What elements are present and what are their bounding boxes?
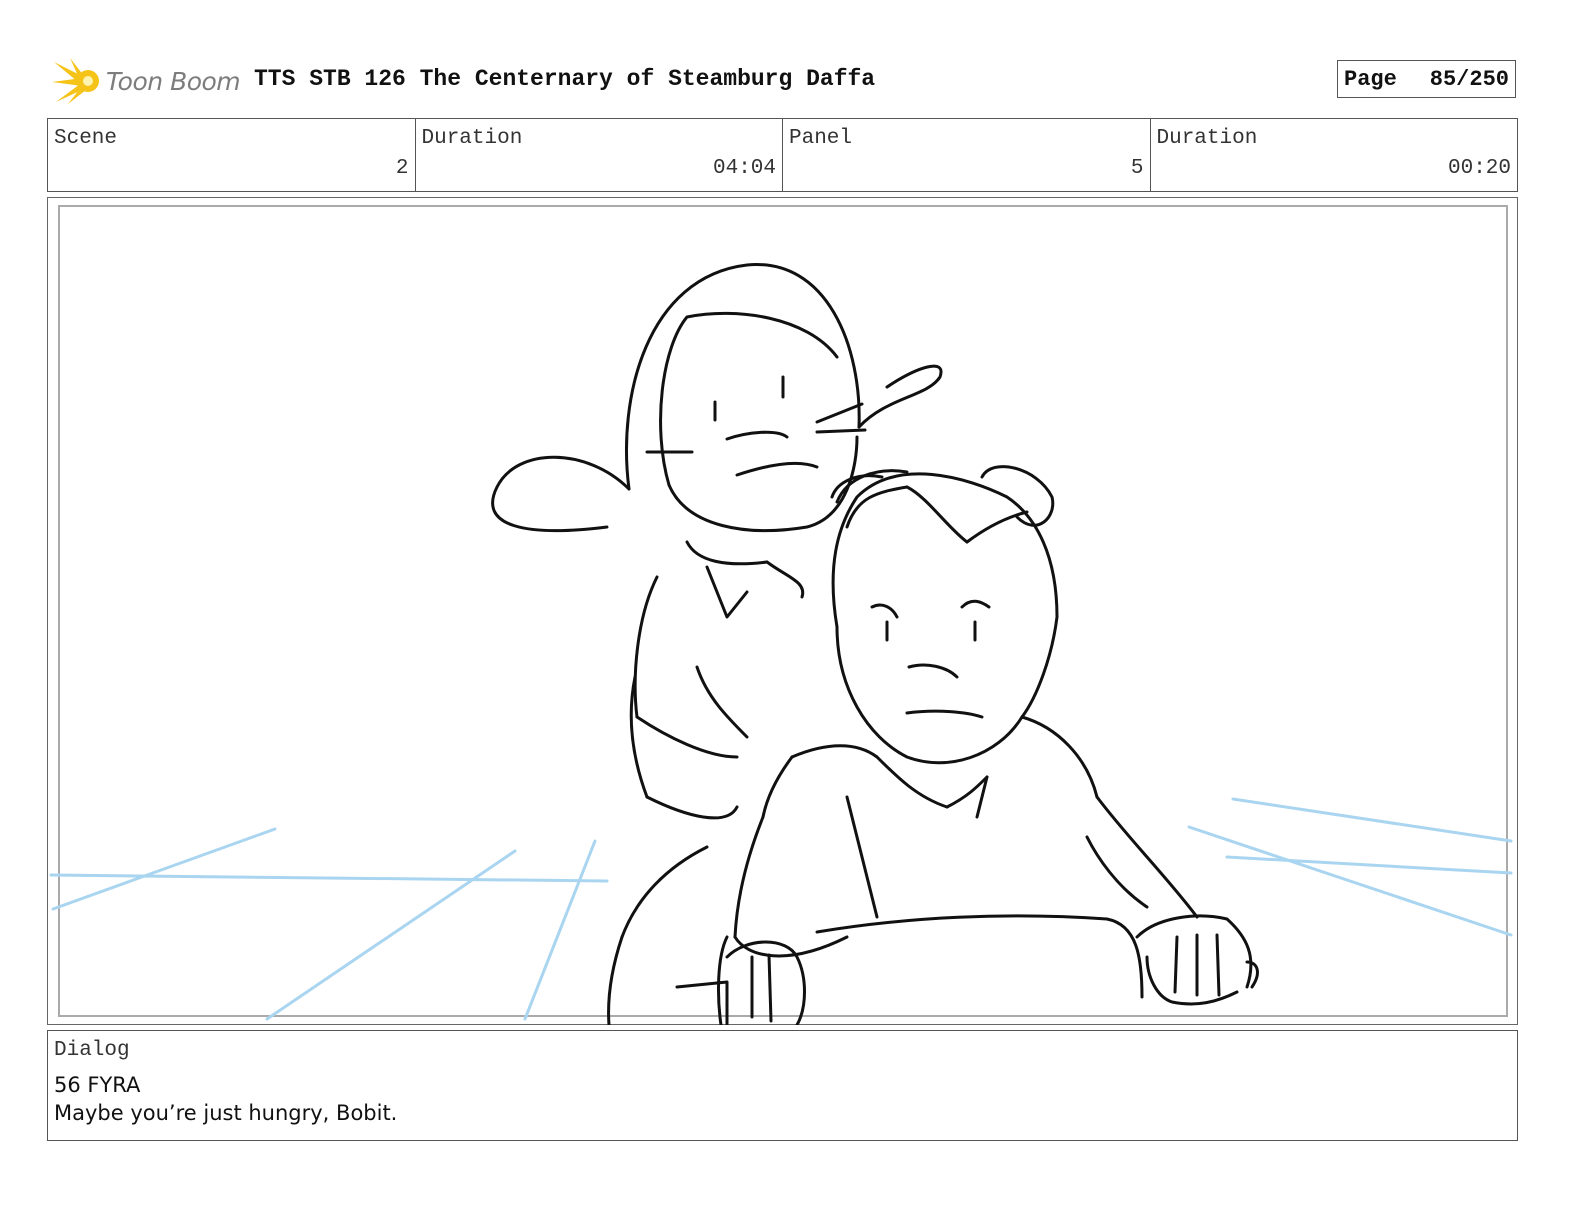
scene-duration-value: 04:04 bbox=[712, 157, 776, 180]
dialog-speaker: 56 FYRA bbox=[54, 1073, 141, 1097]
flare-icon bbox=[52, 58, 99, 104]
dialog-label: Dialog bbox=[54, 1039, 130, 1062]
panel-duration-label: Duration bbox=[1156, 127, 1258, 150]
storyboard-sketch bbox=[49, 263, 1513, 1025]
page-indicator: Page 85/250 bbox=[1337, 60, 1516, 98]
front-character-sketch bbox=[675, 465, 1259, 1025]
scene-value: 2 bbox=[395, 157, 409, 180]
panel-duration-cell: Duration 00:20 bbox=[1151, 119, 1518, 191]
panel-value: 5 bbox=[1130, 157, 1144, 180]
document-title: TTS STB 126 The Centernary of Steamburg … bbox=[254, 66, 876, 92]
scene-label: Scene bbox=[54, 127, 118, 150]
scene-cell: Scene 2 bbox=[48, 119, 416, 191]
motion-lines bbox=[49, 797, 1513, 1021]
panel-duration-value: 00:20 bbox=[1447, 157, 1511, 180]
panel-cell: Panel 5 bbox=[783, 119, 1151, 191]
info-row: Scene 2 Duration 04:04 Panel 5 Duration … bbox=[47, 118, 1518, 192]
toon-boom-logo: Toon Boom bbox=[52, 56, 242, 106]
back-character-sketch bbox=[491, 263, 943, 1025]
dialog-box: Dialog 56 FYRA Maybe you’re just hungry,… bbox=[47, 1030, 1518, 1141]
page-label: Page bbox=[1344, 66, 1397, 92]
page-value: 85/250 bbox=[1429, 66, 1509, 92]
dialog-text: Maybe you’re just hungry, Bobit. bbox=[54, 1101, 398, 1125]
scene-duration-label: Duration bbox=[421, 127, 523, 150]
panel-label: Panel bbox=[789, 127, 853, 150]
scene-duration-cell: Duration 04:04 bbox=[416, 119, 783, 191]
logo-text: Toon Boom bbox=[106, 66, 241, 96]
